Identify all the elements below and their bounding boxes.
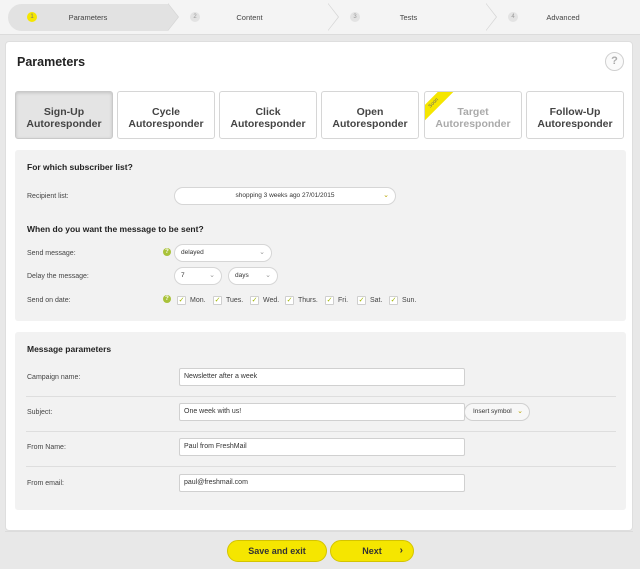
tile-subtitle: Autoresponder [332, 118, 408, 130]
tile-signup-autoresponder[interactable]: Sign-Up Autoresponder [15, 91, 113, 139]
tile-target-autoresponder: Soon Target Autoresponder [424, 91, 522, 139]
row-divider [26, 466, 616, 467]
step-parameters[interactable]: 1 Parameters [8, 3, 179, 31]
step-label: Parameters [68, 13, 108, 22]
insert-symbol-label: Insert symbol [473, 408, 512, 415]
from-name-label: From Name: [27, 444, 66, 451]
campaign-name-input[interactable]: Newsletter after a week [179, 368, 465, 386]
next-button-label: Next [362, 546, 382, 556]
step-content[interactable]: 2 Content [171, 3, 339, 31]
info-icon[interactable]: ? [163, 248, 171, 256]
day-label: Fri. [338, 297, 349, 304]
send-message-select[interactable]: delayed ⌄ [174, 244, 272, 262]
step-tests[interactable]: 3 Tests [331, 3, 497, 31]
send-message-label: Send message: [27, 250, 76, 257]
step-label: Tests [399, 13, 418, 22]
checkbox-thu[interactable]: ✓ [285, 296, 294, 305]
tile-title: Follow-Up [549, 106, 601, 118]
checkbox-tue[interactable]: ✓ [213, 296, 222, 305]
insert-symbol-dropdown[interactable]: Insert symbol ⌄ [464, 403, 530, 421]
chevron-down-icon: ⌄ [265, 272, 271, 279]
tile-title: Cycle [151, 106, 181, 118]
chevron-down-icon: ⌄ [383, 192, 389, 199]
day-label: Thurs. [298, 297, 318, 304]
day-label: Tues. [226, 297, 244, 304]
checkbox-sat[interactable]: ✓ [357, 296, 366, 305]
main-panel: Parameters ? Sign-Up Autoresponder Cycle… [5, 41, 633, 531]
step-advanced[interactable]: 4 Advanced [489, 4, 637, 31]
subject-input[interactable]: One week with us! [179, 403, 465, 421]
tile-subtitle: Autoresponder [26, 118, 102, 130]
sending-section: For which subscriber list? Recipient lis… [15, 150, 626, 321]
chevron-down-icon: ⌄ [259, 249, 265, 256]
help-icon[interactable]: ? [605, 52, 624, 71]
recipient-list-value: shopping 3 weeks ago 27/01/2015 [235, 192, 335, 199]
tile-title: Target [457, 106, 489, 118]
tile-title: Sign-Up [43, 106, 85, 118]
tile-followup-autoresponder[interactable]: Follow-Up Autoresponder [526, 91, 624, 139]
delay-unit-select[interactable]: days ⌄ [228, 267, 278, 285]
delay-amount-value: 7 [181, 272, 185, 279]
tile-subtitle: Autoresponder [128, 118, 204, 130]
campaign-name-label: Campaign name: [27, 374, 81, 381]
chevron-down-icon: ⌄ [517, 408, 523, 415]
checkbox-mon[interactable]: ✓ [177, 296, 186, 305]
delay-label: Delay the message: [27, 273, 89, 280]
recipient-list-label: Recipient list: [27, 193, 69, 200]
day-label: Sat. [370, 297, 383, 304]
row-divider [26, 431, 616, 432]
wizard-steps: 1 Parameters 2 Content 3 Tests 4 Advance… [0, 0, 640, 35]
delay-amount-select[interactable]: 7 ⌄ [174, 267, 222, 285]
next-button[interactable]: Next › [330, 540, 414, 562]
page-title: Parameters [17, 55, 86, 69]
from-email-label: From email: [27, 480, 64, 487]
list-section-title: For which subscriber list? [27, 162, 133, 172]
tile-subtitle: Autoresponder [230, 118, 306, 130]
checkbox-sun[interactable]: ✓ [389, 296, 398, 305]
step-label: Content [236, 13, 263, 22]
save-and-exit-button[interactable]: Save and exit [227, 540, 327, 562]
checkbox-fri[interactable]: ✓ [325, 296, 334, 305]
recipient-list-select[interactable]: shopping 3 weeks ago 27/01/2015 ⌄ [174, 187, 396, 205]
tile-title: Open [356, 106, 384, 118]
chevron-down-icon: ⌄ [209, 272, 215, 279]
from-email-input[interactable]: paul@freshmail.com [179, 474, 465, 492]
tile-subtitle: Autoresponder [435, 118, 511, 130]
subject-label: Subject: [27, 409, 53, 416]
send-message-value: delayed [181, 249, 204, 256]
day-label: Mon. [190, 297, 206, 304]
message-section: Message parameters Campaign name: Newsle… [15, 332, 626, 510]
from-name-input[interactable]: Paul from FreshMail [179, 438, 465, 456]
row-divider [26, 396, 616, 397]
timing-section-title: When do you want the message to be sent? [27, 224, 204, 234]
send-on-date-label: Send on date: [27, 297, 71, 304]
tile-open-autoresponder[interactable]: Open Autoresponder [321, 91, 419, 139]
message-section-title: Message parameters [27, 344, 112, 354]
day-label: Wed. [263, 297, 280, 304]
footer-divider [5, 531, 633, 532]
step-label: Advanced [546, 13, 580, 22]
info-icon[interactable]: ? [163, 295, 171, 303]
checkbox-wed[interactable]: ✓ [250, 296, 259, 305]
chevron-right-icon: › [399, 545, 403, 556]
delay-unit-value: days [235, 272, 249, 279]
tile-click-autoresponder[interactable]: Click Autoresponder [219, 91, 317, 139]
day-label: Sun. [402, 297, 417, 304]
tile-subtitle: Autoresponder [537, 118, 613, 130]
tile-cycle-autoresponder[interactable]: Cycle Autoresponder [117, 91, 215, 139]
tile-title: Click [255, 106, 281, 118]
